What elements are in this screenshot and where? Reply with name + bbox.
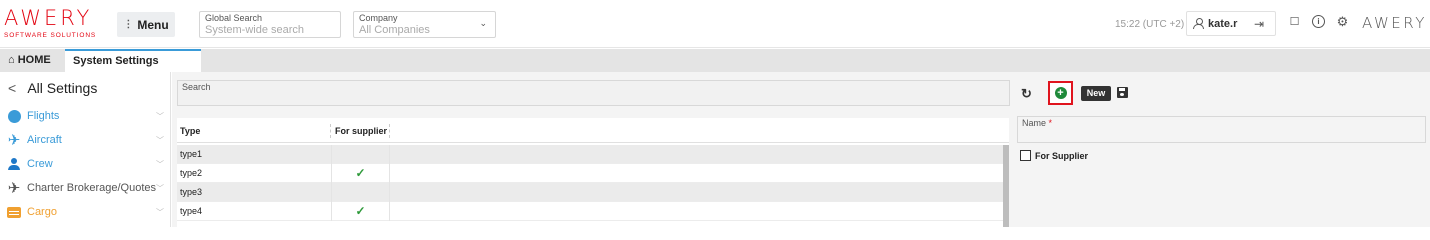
menu-button[interactable]: ⋮ Menu (117, 12, 175, 37)
info-icon[interactable]: i (1312, 15, 1325, 28)
flights-icon (7, 109, 21, 123)
sidebar-item-label: Charter Brokerage/Quotes (27, 182, 157, 194)
top-header: AWERY SOFTWARE SOLUTIONS ⋮ Menu Global S… (0, 0, 1430, 48)
logout-icon[interactable]: ⇥ (1254, 17, 1264, 31)
sidebar-item-flights[interactable]: Flights ﹀ (6, 106, 168, 126)
add-button[interactable]: + (1048, 81, 1073, 105)
plus-circle-icon: + (1054, 87, 1067, 99)
sidebar-header[interactable]: < All Settings (8, 80, 97, 96)
cell-type: type1 (180, 149, 203, 159)
check-icon: ✓ (331, 202, 390, 221)
required-mark: * (1048, 118, 1053, 128)
name-label: Name (1022, 118, 1047, 128)
table-row[interactable]: type4 ✓ (177, 202, 1003, 221)
sidebar-item-label: Flights (27, 110, 60, 122)
cell-type: type2 (180, 168, 203, 178)
company-logo[interactable]: AWERY SOFTWARE SOLUTIONS (4, 7, 96, 39)
grid-header: Type For supplier (177, 118, 1009, 143)
table-row[interactable]: type1 (177, 145, 1003, 164)
settings-sidebar: < All Settings Flights ﹀ ✈ Aircraft ﹀ Cr… (0, 72, 171, 227)
sidebar-title: All Settings (27, 80, 98, 96)
menu-dots-icon: ⋮ (123, 18, 134, 30)
user-icon (1193, 18, 1204, 29)
logo-text: AWERY (4, 6, 93, 30)
gear-icon[interactable]: ⚙ (1336, 14, 1349, 29)
cell-for-supplier (331, 183, 390, 202)
new-button[interactable]: New (1081, 86, 1111, 101)
home-icon: ⌂ (8, 54, 15, 66)
chevron-left-icon[interactable]: < (8, 80, 16, 96)
column-header-type[interactable]: Type (180, 118, 200, 143)
user-name: kate.r (1208, 17, 1238, 30)
global-search-label: Global Search (205, 13, 263, 23)
name-field[interactable]: Name * (1017, 116, 1426, 143)
chevron-down-icon: ﹀ (156, 112, 164, 121)
company-select[interactable]: Company All Companies ⌄ (353, 11, 496, 38)
sidebar-item-label: Aircraft (27, 134, 62, 146)
tab-strip: ⌂ HOME System Settings (0, 49, 1430, 72)
logo-subtitle: SOFTWARE SOLUTIONS (4, 32, 97, 39)
check-icon: ✓ (331, 164, 390, 183)
cell-type: type4 (180, 206, 203, 216)
global-search-field[interactable]: Global Search System-wide search (199, 11, 341, 38)
grid-scrollbar[interactable] (1003, 145, 1009, 227)
for-supplier-label: For Supplier (1035, 150, 1089, 161)
for-supplier-checkbox-row[interactable]: For Supplier (1020, 150, 1088, 161)
sidebar-item-label: Crew (27, 158, 53, 170)
save-icon[interactable] (1117, 87, 1128, 98)
for-supplier-checkbox[interactable] (1020, 150, 1031, 161)
sidebar-item-label: Cargo (27, 206, 57, 218)
chevron-down-icon: ⌄ (479, 18, 487, 28)
table-row[interactable]: type3 (177, 183, 1003, 202)
list-search-input[interactable]: Search (177, 80, 1010, 106)
column-header-for-supplier[interactable]: For supplier (330, 124, 390, 138)
sidebar-item-crew[interactable]: Crew ﹀ (6, 154, 168, 174)
tab-system-settings-label: System Settings (73, 55, 159, 67)
chevron-down-icon: ﹀ (156, 160, 164, 169)
types-grid: Type For supplier type1 type2 ✓ type3 ty… (177, 118, 1009, 227)
tab-system-settings[interactable]: System Settings (65, 49, 201, 72)
sidebar-item-charter[interactable]: ✈ Charter Brokerage/Quotes ﹀ (6, 178, 168, 198)
chat-icon[interactable]: ☐ (1288, 15, 1301, 28)
aircraft-icon: ✈ (7, 132, 21, 149)
global-search-input[interactable]: System-wide search (205, 24, 335, 37)
charter-icon: ✈ (7, 180, 21, 197)
sidebar-item-cargo[interactable]: Cargo ﹀ (6, 202, 168, 222)
menu-label: Menu (137, 17, 169, 32)
tab-home-label: HOME (17, 54, 51, 66)
search-label: Search (182, 82, 211, 92)
brand-wordmark: AWERY (1362, 14, 1427, 32)
chevron-down-icon: ﹀ (156, 184, 164, 193)
chevron-down-icon: ﹀ (156, 136, 164, 145)
clock-time: 15:22 (UTC +2) (1115, 19, 1185, 30)
cell-for-supplier (331, 145, 390, 164)
company-value: All Companies (359, 24, 430, 36)
refresh-icon[interactable]: ↻ (1021, 86, 1032, 102)
sidebar-item-aircraft[interactable]: ✈ Aircraft ﹀ (6, 130, 168, 150)
cell-type: type3 (180, 187, 203, 197)
company-label: Company (359, 13, 398, 23)
table-row[interactable]: type2 ✓ (177, 164, 1003, 183)
chevron-down-icon: ﹀ (156, 208, 164, 217)
tab-home[interactable]: ⌂ HOME (0, 49, 65, 72)
cargo-icon (7, 206, 21, 218)
crew-icon (8, 158, 20, 170)
